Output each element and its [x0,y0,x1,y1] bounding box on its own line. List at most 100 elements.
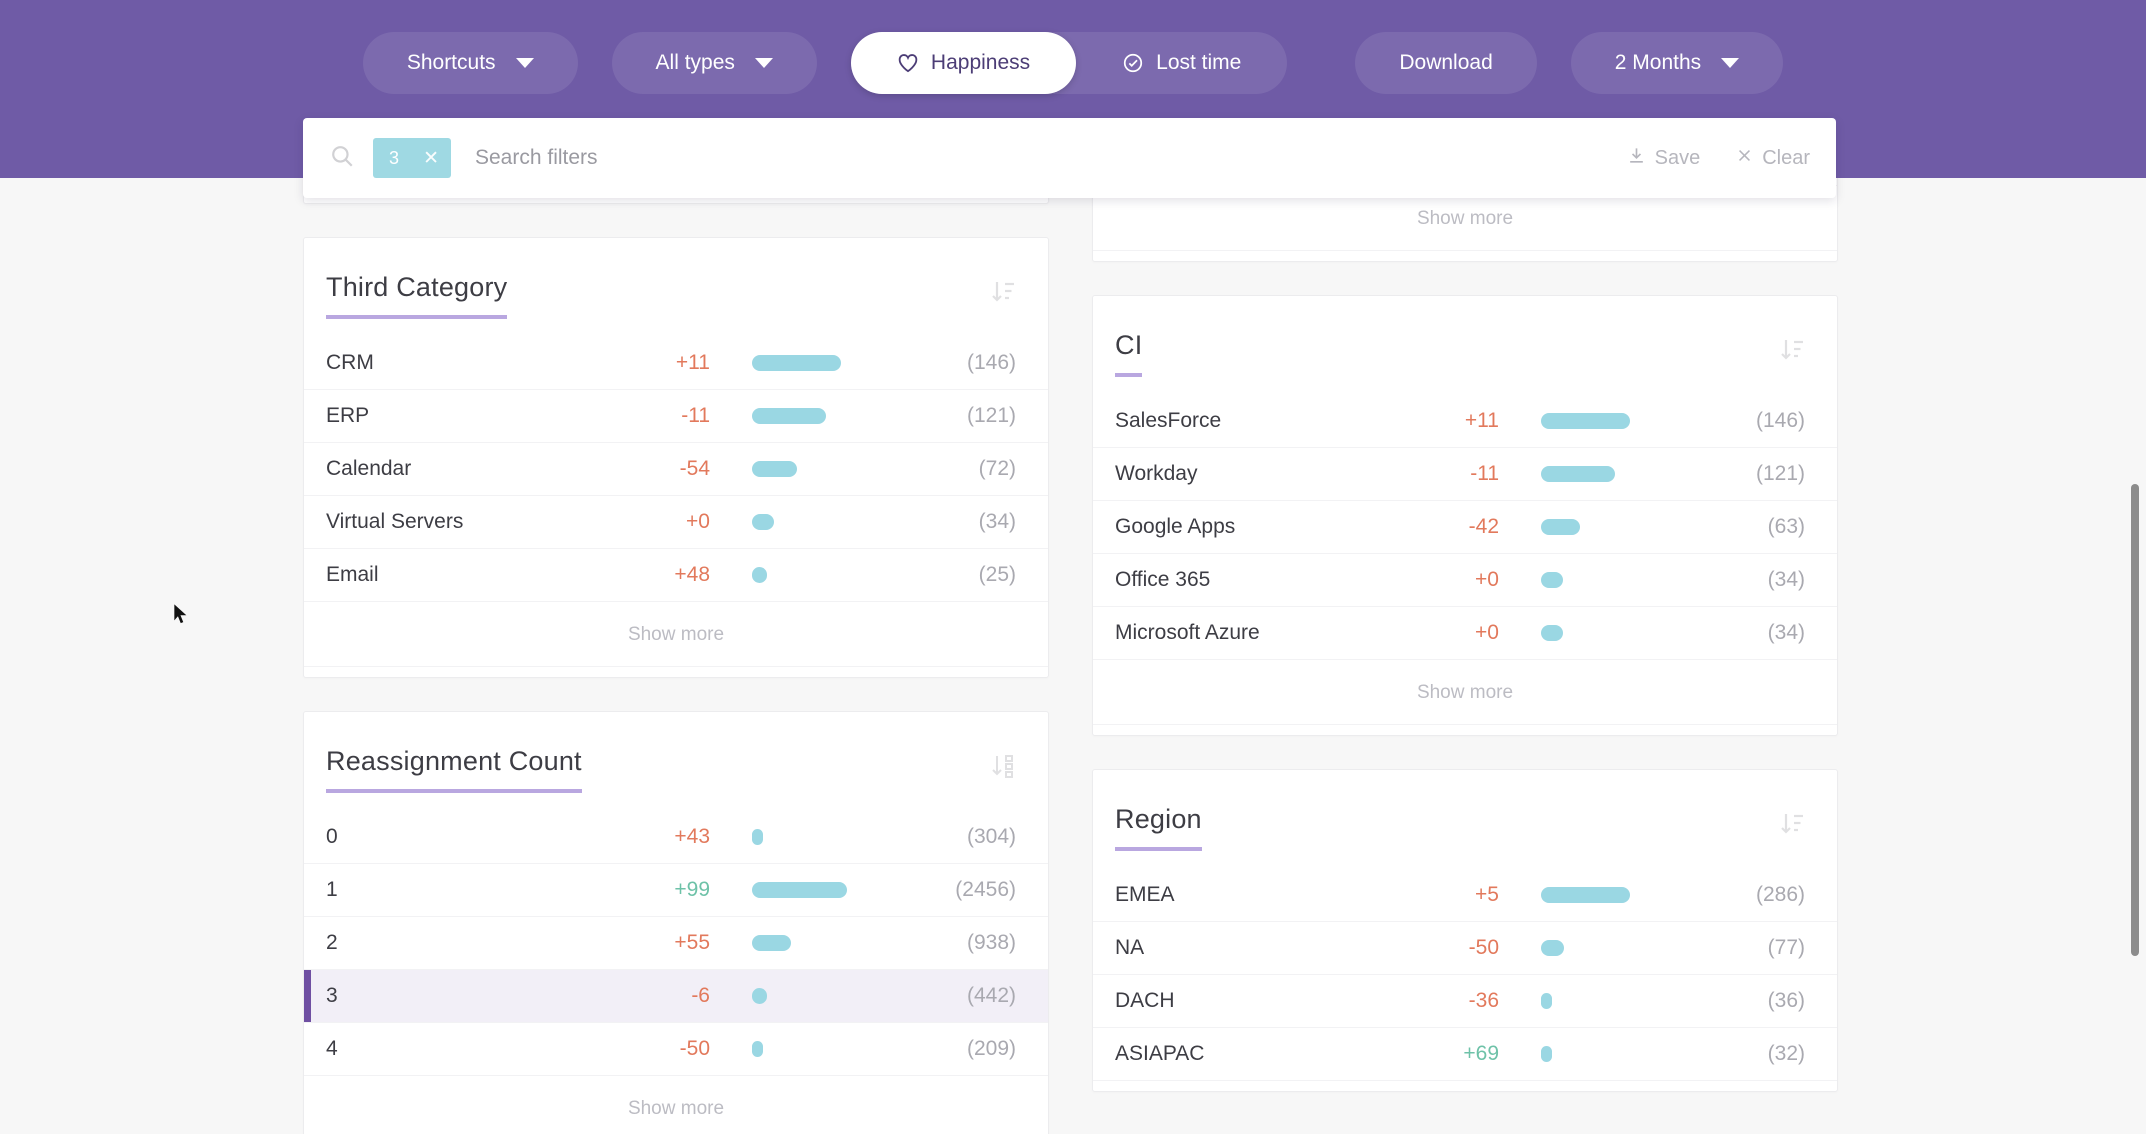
facet-row-bar-track [710,1041,906,1057]
close-icon[interactable]: ✕ [423,147,439,170]
facet-row-bar-track [1499,519,1695,535]
facet-row-label: Workday [1115,462,1198,485]
shortcuts-button-label: Shortcuts [406,51,496,74]
facet-row-count: (36) [1767,989,1805,1012]
card-header: Reassignment Count [304,712,1048,793]
facet-row-bar-track [710,988,906,1004]
all-types-button-label: All types [655,51,735,74]
table-row[interactable]: Email +48 (25) [304,549,1048,602]
facet-row-bar [1541,625,1563,641]
show-more-button[interactable]: Show more [304,602,1048,667]
table-row[interactable]: EMEA +5 (286) [1093,869,1837,922]
facet-row-list: CRM +11 (146) ERP -11 (121) Calendar -54 (72) Vir… [304,319,1048,602]
table-row[interactable]: ERP -11 (121) [304,390,1048,443]
table-row[interactable]: SalesForce +11 (146) [1093,395,1837,448]
facet-row-delta: +0 [1475,621,1499,644]
facet-row-bar [752,355,842,371]
card-header: Third Category [304,238,1048,319]
vertical-scrollbar-thumb[interactable] [2131,484,2139,956]
shortcuts-button[interactable]: Shortcuts [362,32,578,94]
tab-happiness-label: Happiness [930,51,1031,74]
date-range-button[interactable]: 2 Months [1570,32,1784,94]
table-row[interactable]: Microsoft Azure +0 (34) [1093,607,1837,660]
table-row[interactable]: Office 365 +0 (34) [1093,554,1837,607]
tab-lost-time[interactable]: Lost time [1076,32,1287,94]
tab-happiness[interactable]: Happiness [850,32,1077,94]
facet-row-count: (146) [1755,409,1805,432]
analytics-dashboard: Shortcuts All types Happiness Lost time … [0,0,2146,1134]
table-row[interactable]: 1 +99 (2456) [304,864,1048,917]
facet-row-delta: +5 [1475,883,1499,906]
clear-filter-button[interactable]: Clear [1736,147,1810,170]
facet-card: CI SalesForce +11 (146) Workday -11 (121) Googl… [1092,295,1838,736]
facet-row-bar [1541,519,1580,535]
sort-numeric-icon[interactable] [990,752,1016,785]
facet-row-bar-track [1499,993,1695,1009]
facet-row-count: (25) [978,563,1016,586]
facet-row-bar [752,567,768,583]
filter-chip[interactable]: 3 ✕ [373,138,451,178]
sort-descending-icon[interactable] [1779,810,1805,843]
date-range-button-label: 2 Months [1614,51,1702,74]
vertical-scrollbar-track[interactable] [2126,178,2146,1134]
show-more-button[interactable]: Show more [1093,660,1837,725]
facet-card: Reassignment Count 0 +43 (304) 1 +99 (2456) 2 +5… [303,711,1049,1134]
facet-row-bar-track [710,408,906,424]
metric-toggle: Happiness Lost time [850,32,1288,94]
facet-row-list: SalesForce +11 (146) Workday -11 (121) Google … [1093,377,1837,660]
all-types-button[interactable]: All types [611,32,817,94]
clear-filter-label: Clear [1762,146,1810,169]
search-input[interactable] [475,146,1607,170]
facet-row-delta: +0 [686,510,710,533]
facet-row-bar-track [710,461,906,477]
table-row[interactable]: Google Apps -42 (63) [1093,501,1837,554]
facet-row-delta: +0 [1475,568,1499,591]
save-filter-button[interactable]: Save [1627,146,1701,171]
table-row[interactable]: 0 +43 (304) [304,811,1048,864]
facet-row-bar-track [710,882,906,898]
facet-row-delta: -11 [681,404,710,427]
save-filter-label: Save [1654,146,1701,169]
table-row[interactable]: 3 -6 (442) [304,970,1048,1023]
table-row[interactable]: ASIAPAC +69 (32) [1093,1028,1837,1081]
facet-row-label: Email [326,563,379,586]
facet-row-bar-track [710,514,906,530]
facet-card: Region EMEA +5 (286) NA -50 (77) DACH -36 (36) ASI… [1092,769,1838,1092]
table-row[interactable]: Virtual Servers +0 (34) [304,496,1048,549]
facet-row-delta: -11 [1470,462,1499,485]
facet-row-delta: -54 [679,457,710,480]
facet-row-label: CRM [326,351,374,374]
facet-row-bar-track [710,829,906,845]
facet-row-bar-track [710,935,906,951]
facet-row-bar [752,935,791,951]
search-icon [329,143,355,174]
table-row[interactable]: DACH -36 (36) [1093,975,1837,1028]
sort-descending-icon[interactable] [990,278,1016,311]
facet-row-delta: +43 [674,825,710,848]
facet-row-bar [752,514,774,530]
facet-row-label: 3 [326,984,338,1007]
facet-row-list: EMEA +5 (286) NA -50 (77) DACH -36 (36) ASIAPAC +6… [1093,851,1837,1081]
facet-row-delta: -50 [679,1037,710,1060]
facet-row-bar-track [1499,887,1695,903]
download-button[interactable]: Download [1355,32,1537,94]
table-row[interactable]: 4 -50 (209) [304,1023,1048,1076]
facet-row-count: (146) [966,351,1016,374]
table-row[interactable]: CRM +11 (146) [304,337,1048,390]
filter-chip-label: 3 [389,147,400,168]
show-more-button[interactable]: Show more [304,1076,1048,1134]
table-row[interactable]: 2 +55 (938) [304,917,1048,970]
facet-row-label: Calendar [326,457,412,480]
table-row[interactable]: Calendar -54 (72) [304,443,1048,496]
card-title: Third Category [326,272,508,319]
facet-row-label: Office 365 [1115,568,1211,591]
sort-descending-icon[interactable] [1779,336,1805,369]
facet-row-bar [752,461,797,477]
dashboard-scroll-area[interactable]: Outsourced Company C-2(35)Third Category… [0,178,2146,1134]
facet-row-label: 4 [326,1037,338,1060]
facet-row-count: (304) [966,825,1016,848]
facet-row-delta: -36 [1468,989,1499,1012]
table-row[interactable]: Workday -11 (121) [1093,448,1837,501]
table-row[interactable]: NA -50 (77) [1093,922,1837,975]
facet-row-bar-track [1499,940,1695,956]
